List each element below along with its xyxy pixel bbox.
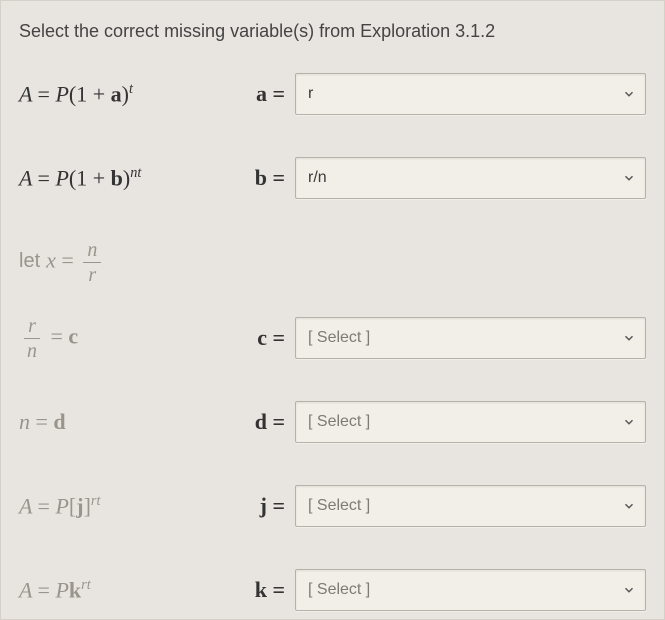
- eq-let-frac: nr: [83, 240, 101, 285]
- equation-d: n = d: [19, 409, 239, 435]
- select-c[interactable]: [ Select ]: [295, 317, 646, 359]
- eq-a-P: P: [55, 81, 68, 106]
- eq-a-bold: a: [111, 81, 122, 106]
- prompt-text: Select the correct missing variable(s) f…: [19, 21, 646, 42]
- row-j: A = P[j]rt j = [ Select ]: [19, 478, 646, 534]
- select-j-wrap: [ Select ]: [295, 485, 646, 527]
- equation-k: A = Pkrt: [19, 577, 239, 603]
- select-d[interactable]: [ Select ]: [295, 401, 646, 443]
- eq-c-frac: rn: [23, 316, 41, 361]
- eq-d-n: n: [19, 409, 30, 434]
- row-c: rn = c c = [ Select ]: [19, 310, 646, 366]
- eq-d-bold: d: [53, 409, 65, 434]
- select-k-wrap: [ Select ]: [295, 569, 646, 611]
- row-let: letx = nr: [19, 234, 646, 290]
- select-c-wrap: [ Select ]: [295, 317, 646, 359]
- eq-b-A: A: [19, 165, 32, 190]
- var-label-c: c =: [239, 325, 295, 351]
- select-a-wrap: r: [295, 73, 646, 115]
- var-label-b: b =: [239, 165, 295, 191]
- eq-j-P: P: [55, 493, 68, 518]
- eq-d-eq: =: [36, 409, 48, 434]
- row-a: A = P(1 + a)t a = r: [19, 66, 646, 122]
- eq-k-sup: rt: [81, 577, 91, 593]
- eq-a-A: A: [19, 81, 32, 106]
- select-d-wrap: [ Select ]: [295, 401, 646, 443]
- eq-b-eq: =: [38, 165, 50, 190]
- select-j[interactable]: [ Select ]: [295, 485, 646, 527]
- var-label-j: j =: [239, 493, 295, 519]
- eq-b-bold: b: [111, 165, 123, 190]
- eq-a-eq: =: [38, 81, 50, 106]
- equation-let: letx = nr: [19, 240, 239, 285]
- var-label-d: d =: [239, 409, 295, 435]
- select-b-wrap: r/n: [295, 157, 646, 199]
- eq-j-sup: rt: [91, 493, 101, 509]
- eq-k-bold: k: [69, 577, 81, 602]
- eq-k-eq: =: [38, 577, 50, 602]
- equation-b: A = P(1 + b)nt: [19, 165, 239, 191]
- eq-j-eq: =: [38, 493, 50, 518]
- var-label-k: k =: [239, 577, 295, 603]
- eq-b-open: (1 +: [69, 165, 111, 190]
- row-d: n = d d = [ Select ]: [19, 394, 646, 450]
- select-k[interactable]: [ Select ]: [295, 569, 646, 611]
- eq-j-bold: j: [76, 493, 83, 518]
- eq-b-P: P: [55, 165, 68, 190]
- eq-c-bold: c: [68, 323, 78, 348]
- eq-c-eq: =: [51, 323, 63, 348]
- row-b: A = P(1 + b)nt b = r/n: [19, 150, 646, 206]
- eq-let-let: let: [19, 250, 40, 272]
- eq-a-sup: t: [129, 81, 133, 97]
- eq-j-close: ]: [84, 493, 91, 518]
- row-k: A = Pkrt k = [ Select ]: [19, 562, 646, 618]
- equation-j: A = P[j]rt: [19, 493, 239, 519]
- select-a[interactable]: r: [295, 73, 646, 115]
- var-label-a: a =: [239, 81, 295, 107]
- eq-let-eq: =: [61, 247, 73, 272]
- eq-let-x: x: [46, 247, 56, 272]
- eq-k-A: A: [19, 577, 32, 602]
- eq-a-close: ): [122, 81, 129, 106]
- eq-k-P: P: [55, 577, 68, 602]
- eq-j-A: A: [19, 493, 32, 518]
- equation-c: rn = c: [19, 316, 239, 361]
- eq-a-open: (1 +: [69, 81, 111, 106]
- select-b[interactable]: r/n: [295, 157, 646, 199]
- equation-a: A = P(1 + a)t: [19, 81, 239, 107]
- eq-b-sup: nt: [130, 165, 141, 181]
